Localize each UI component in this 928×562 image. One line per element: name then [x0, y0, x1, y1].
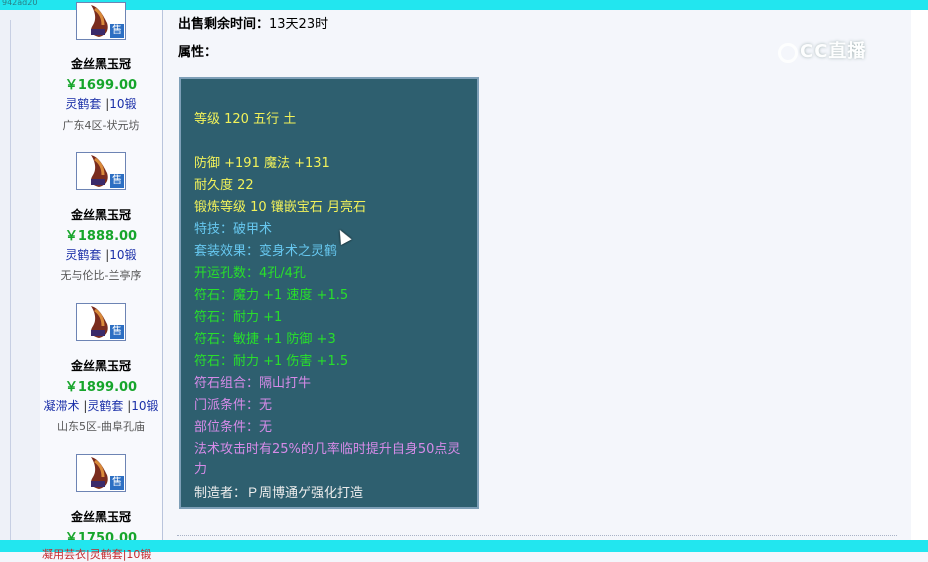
item-tags: 灵鹤套 |10锻 [65, 97, 137, 111]
attributes-box: 等级 120 五行 土 防御 +191 魔法 +131 耐久度 22 锻炼等级 … [179, 77, 479, 509]
top-strip: 942ad20 [0, 0, 928, 10]
sale-remaining-time: 出售剩余时间：13天23时 [178, 17, 329, 32]
item-helmet-icon[interactable]: 售 [76, 454, 126, 492]
item-detail-panel: 出售剩余时间：13天23时 属性： 等级 120 五行 土 防御 +191 魔法… [163, 10, 912, 540]
top-strip-text: 942ad20 [2, 0, 38, 7]
item-server: 无与伦比-兰亭序 [60, 269, 142, 282]
item-name[interactable]: 金丝黑玉冠 [40, 55, 162, 72]
attr-line: 符石：魔力 +1 速度 +1.5 [194, 288, 349, 303]
cc-logo-icon [778, 43, 798, 63]
attr-line: 符石：耐力 +1 [194, 310, 283, 325]
left-gutter [0, 10, 41, 550]
item-price: ￥1899.00 [64, 380, 138, 395]
listing-sidebar: 售 金丝黑玉冠 ￥1699.00 灵鹤套 |10锻 广东4区-状元坊 售 金丝黑… [40, 2, 163, 546]
attr-line: 符石组合：隔山打牛 [194, 376, 312, 391]
partial-item-tags: 凝用芸衣|灵鹤套|10锻 [42, 548, 152, 561]
attr-line: 防御 +191 魔法 +131 [194, 156, 330, 171]
item-price: ￥1699.00 [64, 78, 138, 93]
attr-line: 符石：敏捷 +1 防御 +3 [194, 332, 336, 347]
item-name[interactable]: 金丝黑玉冠 [40, 508, 162, 525]
right-gutter [911, 10, 928, 540]
attr-line: 锻炼等级 10 镶嵌宝石 月亮石 [194, 200, 366, 215]
item-server: 山东5区-曲阜孔庙 [57, 420, 145, 433]
sale-badge: 售 [110, 476, 124, 490]
attr-line: 等级 120 五行 土 [194, 112, 297, 127]
attr-line: 部位条件：无 [194, 420, 273, 435]
item-tags: 灵鹤套 |10锻 [65, 248, 137, 262]
sale-badge: 售 [110, 325, 124, 339]
item-price: ￥1888.00 [64, 229, 138, 244]
attr-line: 制造者：Ｐ周博通ゲ强化打造 [194, 486, 364, 501]
sale-badge: 售 [110, 24, 124, 38]
divider [177, 535, 897, 536]
attr-line: 门派条件：无 [194, 398, 273, 413]
attr-line: 法术攻击时有25%的几率临时提升自身50点灵力 [194, 442, 461, 477]
attr-line: 套装效果：变身术之灵鹤 [194, 244, 338, 259]
attributes-heading: 属性： [178, 45, 218, 60]
item-name[interactable]: 金丝黑玉冠 [40, 206, 162, 223]
attr-line: 特技：破甲术 [194, 222, 273, 237]
item-helmet-icon[interactable]: 售 [76, 152, 126, 190]
item-helmet-icon[interactable]: 售 [76, 2, 126, 40]
attr-line: 耐久度 22 [194, 178, 254, 193]
item-server: 广东4区-状元坊 [62, 119, 140, 132]
item-tags: 凝滞术 |灵鹤套 |10锻 [43, 399, 159, 413]
sale-badge: 售 [110, 174, 124, 188]
item-helmet-icon[interactable]: 售 [76, 303, 126, 341]
attr-line: 开运孔数：4孔/4孔 [194, 266, 306, 281]
watermark-logo: CC直播 [778, 37, 866, 63]
item-name[interactable]: 金丝黑玉冠 [40, 357, 162, 374]
attr-line: 符石：耐力 +1 伤害 +1.5 [194, 354, 349, 369]
